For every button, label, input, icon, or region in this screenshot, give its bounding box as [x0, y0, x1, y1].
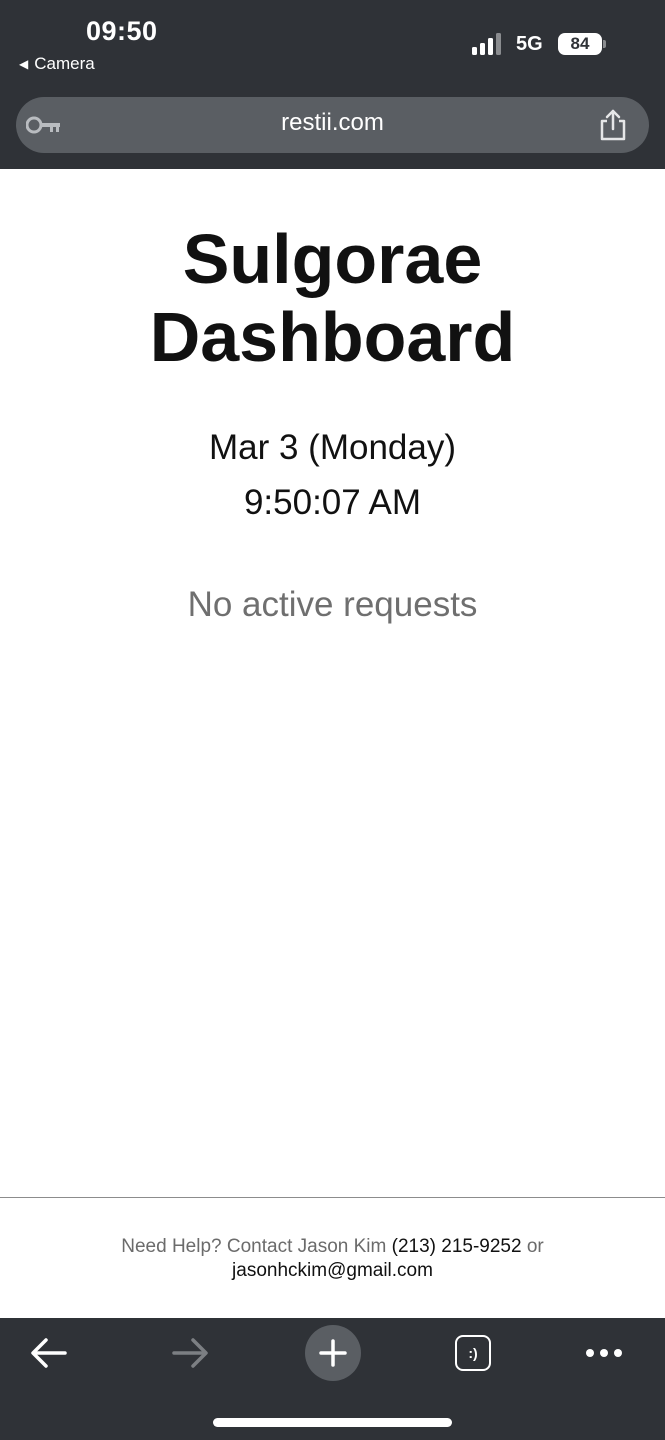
status-time: 09:50: [86, 16, 158, 46]
cellular-signal-icon: [472, 33, 506, 55]
page-title-line2: Dashboard: [149, 298, 516, 376]
arrow-left-icon[interactable]: [29, 1335, 69, 1371]
help-prefix: Need Help? Contact Jason Kim: [121, 1236, 387, 1257]
empty-state-message: No active requests: [187, 585, 478, 624]
back-triangle-icon: ◀: [19, 57, 29, 71]
back-to-app-link[interactable]: ◀ Camera: [19, 53, 95, 75]
home-indicator[interactable]: [213, 1418, 452, 1427]
footer-divider: [0, 1197, 665, 1198]
network-type: 5G: [516, 33, 543, 55]
current-time: 9:50:07 AM: [243, 483, 422, 522]
more-dots-icon[interactable]: [584, 1345, 624, 1361]
new-tab-button[interactable]: [305, 1325, 361, 1381]
share-icon[interactable]: [597, 108, 629, 142]
page-title: Sulgorae Dashboard: [0, 220, 665, 376]
or-text: or: [526, 1236, 544, 1257]
back-app-label: Camera: [34, 54, 95, 73]
page-title-line1: Sulgorae: [182, 220, 483, 298]
contact-email-link[interactable]: jasonhckim@gmail.com: [0, 1260, 665, 1282]
battery-nub: [603, 40, 606, 48]
current-date: Mar 3 (Monday): [208, 428, 457, 467]
battery-indicator: 84: [558, 33, 602, 55]
tabs-icon[interactable]: :): [455, 1335, 491, 1371]
contact-phone-link[interactable]: (213) 215-9252: [392, 1236, 522, 1257]
arrow-right-icon[interactable]: [170, 1335, 210, 1371]
footer-help-text: Need Help? Contact Jason Kim (213) 215-9…: [0, 1236, 665, 1258]
plus-icon: [319, 1339, 347, 1367]
url-text[interactable]: restii.com: [0, 109, 665, 137]
